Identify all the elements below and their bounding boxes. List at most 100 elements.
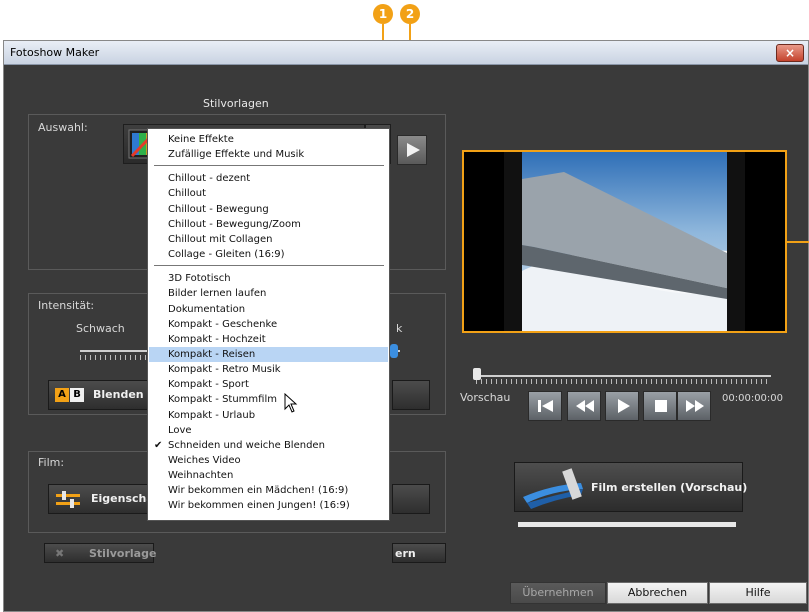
mouse-cursor-icon bbox=[284, 393, 298, 413]
blend-option-button[interactable] bbox=[392, 380, 430, 410]
delete-icon: ✖ bbox=[55, 547, 65, 560]
play-style-button[interactable] bbox=[397, 135, 427, 165]
dropdown-item-label: Weiches Video bbox=[168, 455, 241, 466]
dropdown-item-label: Wir bekommen ein Mädchen! (16:9) bbox=[168, 485, 349, 497]
fast-forward-button[interactable] bbox=[677, 391, 711, 421]
blend-b-icon: B bbox=[70, 388, 84, 402]
dropdown-item[interactable]: Zufällige Effekte und Musik bbox=[149, 147, 388, 162]
dropdown-item-label: Zufällige Effekte und Musik bbox=[168, 149, 305, 161]
dropdown-item-label: Love bbox=[168, 424, 192, 436]
film-label: Film: bbox=[38, 456, 65, 469]
dropdown-item[interactable]: Chillout - Bewegung/Zoom bbox=[149, 217, 388, 232]
dropdown-item-label: Dokumentation bbox=[168, 303, 246, 315]
dropdown-item-label: Chillout bbox=[168, 188, 207, 200]
dropdown-item[interactable]: Kompakt - Hochzeit bbox=[149, 332, 388, 347]
fast-forward-icon bbox=[686, 400, 704, 412]
dropdown-item[interactable]: Chillout - dezent bbox=[149, 171, 388, 186]
intensity-strong-label: k bbox=[396, 322, 403, 335]
dropdown-item-label: Kompakt - Urlaub bbox=[168, 409, 256, 421]
style-templates-button[interactable]: ✖ Stilvorlage bbox=[44, 543, 157, 563]
dropdown-item[interactable]: Wir bekommen ein Mädchen! (16:9) bbox=[149, 483, 388, 498]
film-option-button[interactable] bbox=[392, 484, 430, 514]
blend-button[interactable]: A B Blenden bbox=[48, 380, 152, 410]
dropdown-item-label: Kompakt - Reisen bbox=[168, 348, 256, 360]
dropdown-item-label: Kompakt - Retro Musik bbox=[168, 364, 281, 376]
dropdown-item[interactable]: Wir bekommen einen Jungen! (16:9) bbox=[149, 498, 388, 513]
dropdown-item[interactable]: Kompakt - Urlaub bbox=[149, 408, 388, 423]
dropdown-item[interactable]: 3D Fototisch bbox=[149, 271, 388, 286]
dropdown-item[interactable]: Weihnachten bbox=[149, 468, 388, 483]
intensity-slider-handle[interactable] bbox=[390, 344, 398, 358]
callout-1: 1 bbox=[373, 4, 393, 24]
dropdown-item[interactable]: Kompakt - Sport bbox=[149, 377, 388, 392]
app-window: Fotoshow Maker × Stilvorlagen Auswahl: S… bbox=[3, 40, 809, 612]
skip-start-button[interactable] bbox=[528, 391, 562, 421]
dropdown-item[interactable]: Chillout bbox=[149, 186, 388, 201]
preview-area bbox=[462, 150, 787, 333]
dropdown-item[interactable]: ✔ Schneiden und weiche Blenden bbox=[149, 438, 388, 453]
preview-seek-handle[interactable] bbox=[473, 368, 481, 380]
dropdown-item[interactable]: Chillout - Bewegung bbox=[149, 202, 388, 217]
play-button[interactable] bbox=[605, 391, 639, 421]
window-title: Fotoshow Maker bbox=[10, 46, 100, 59]
dropdown-item-label: Collage - Gleiten (16:9) bbox=[168, 249, 285, 261]
dropdown-item[interactable]: Keine Effekte bbox=[149, 132, 388, 147]
dropdown-item-label: Chillout - Bewegung/Zoom bbox=[168, 218, 301, 230]
dropdown-item[interactable]: Chillout mit Collagen bbox=[149, 232, 388, 247]
help-button[interactable]: Hilfe bbox=[709, 582, 807, 604]
rewind-button[interactable] bbox=[567, 391, 601, 421]
preview-callout-line bbox=[787, 241, 809, 243]
title-bar[interactable]: Fotoshow Maker × bbox=[4, 41, 808, 65]
dropdown-item-label: 3D Fototisch bbox=[168, 273, 231, 285]
dropdown-item-label: Kompakt - Geschenke bbox=[168, 318, 278, 330]
selection-label: Auswahl: bbox=[38, 121, 88, 134]
style-dropdown-list[interactable]: Keine Effekte Zufällige Effekte und Musik… bbox=[147, 128, 390, 521]
properties-icon bbox=[56, 491, 80, 508]
play-icon bbox=[618, 399, 630, 413]
dropdown-item-label: Kompakt - Stummfilm bbox=[168, 394, 277, 406]
screenshot-stage: 1 2 Fotoshow Maker × Stilvorlagen Auswah… bbox=[0, 0, 809, 612]
style-templates-label: Stilvorlage bbox=[89, 547, 157, 560]
dropdown-item[interactable]: Kompakt - Retro Musik bbox=[149, 362, 388, 377]
create-film-label: Film erstellen (Vorschau) bbox=[591, 481, 748, 494]
create-film-button[interactable]: Film erstellen (Vorschau) bbox=[514, 462, 747, 512]
cancel-button[interactable]: Abbrechen bbox=[607, 582, 708, 604]
dropdown-item[interactable]: Weiches Video bbox=[149, 453, 388, 468]
create-progress-bar bbox=[518, 522, 736, 527]
dropdown-item-label: Chillout mit Collagen bbox=[168, 233, 273, 245]
properties-button[interactable]: Eigenschaf bbox=[48, 484, 159, 514]
save-template-label: ern bbox=[395, 547, 416, 560]
blend-button-label: Blenden bbox=[93, 388, 144, 401]
dropdown-item[interactable]: Collage - Gleiten (16:9) bbox=[149, 247, 388, 262]
save-template-button[interactable]: ern bbox=[392, 543, 446, 563]
preview-seek-ticks bbox=[476, 379, 771, 384]
dropdown-item[interactable]: Kompakt - Stummfilm bbox=[149, 392, 388, 407]
dropdown-item-label: Weihnachten bbox=[168, 470, 234, 482]
stop-icon bbox=[655, 400, 667, 412]
dropdown-item-label: Chillout - dezent bbox=[168, 173, 251, 185]
preview-seek-bar[interactable] bbox=[476, 375, 771, 377]
dropdown-item-label: Chillout - Bewegung bbox=[168, 203, 269, 215]
check-icon: ✔ bbox=[154, 439, 163, 451]
dropdown-item[interactable]: Dokumentation bbox=[149, 302, 388, 317]
dropdown-separator bbox=[154, 265, 384, 267]
dropdown-item-label: Wir bekommen einen Jungen! (16:9) bbox=[168, 500, 350, 512]
dropdown-item-label: Kompakt - Hochzeit bbox=[168, 333, 266, 345]
dropdown-item[interactable]: Bilder lernen laufen bbox=[149, 286, 388, 301]
apply-button[interactable]: Übernehmen bbox=[510, 582, 606, 604]
stop-button[interactable] bbox=[643, 391, 677, 421]
dropdown-item-label: Bilder lernen laufen bbox=[168, 288, 267, 300]
preview-label: Vorschau bbox=[460, 391, 511, 404]
skip-start-icon bbox=[538, 400, 553, 412]
rewind-icon bbox=[576, 400, 594, 412]
dropdown-item[interactable]: Kompakt - Geschenke bbox=[149, 317, 388, 332]
intensity-label: Intensität: bbox=[38, 299, 95, 312]
create-film-icon bbox=[523, 468, 583, 509]
preview-time: 00:00:00:00 bbox=[722, 393, 784, 404]
close-button[interactable]: × bbox=[776, 44, 804, 62]
dropdown-item[interactable]: Kompakt - Reisen bbox=[149, 346, 388, 362]
dropdown-item[interactable]: Love bbox=[149, 423, 388, 438]
dropdown-item-label: Kompakt - Sport bbox=[168, 379, 249, 391]
play-icon bbox=[407, 143, 420, 157]
intensity-ticks bbox=[80, 355, 155, 360]
